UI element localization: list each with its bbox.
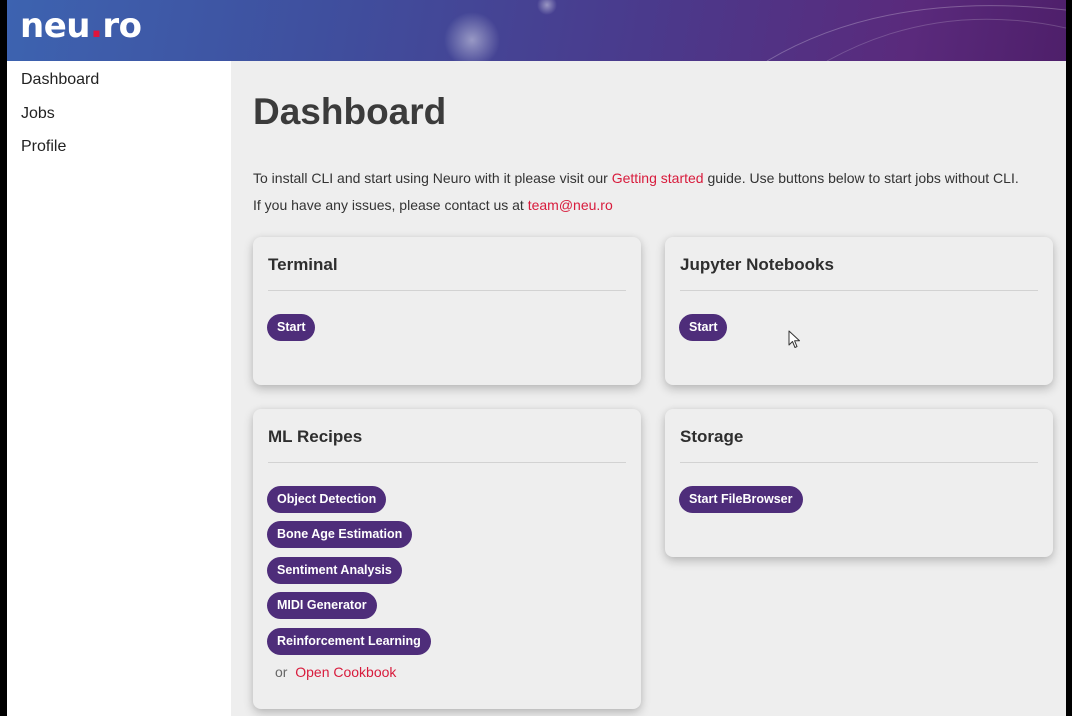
app-window: neu.ro Dashboard Jobs Profile Dashboard …	[7, 0, 1066, 716]
ml-recipes-card-title: ML Recipes	[268, 427, 363, 446]
recipe-sentiment-analysis-button[interactable]: Sentiment Analysis	[267, 557, 402, 584]
top-header: neu.ro	[7, 0, 1066, 61]
sidebar-item-profile[interactable]: Profile	[21, 137, 66, 157]
sidebar-item-dashboard[interactable]: Dashboard	[21, 70, 99, 90]
open-cookbook-link[interactable]: Open Cookbook	[295, 664, 396, 680]
recipe-bone-age-estimation-button[interactable]: Bone Age Estimation	[267, 521, 413, 548]
jupyter-card: Jupyter Notebooks Start	[665, 237, 1053, 385]
contact-text-start: If you have any issues, please contact u…	[253, 197, 528, 213]
terminal-card-title: Terminal	[268, 255, 338, 274]
recipe-object-detection-button[interactable]: Object Detection	[267, 486, 387, 513]
main-content: Dashboard To install CLI and start using…	[231, 61, 1066, 716]
intro-text: To install CLI and start using Neuro wit…	[253, 169, 1019, 187]
contact-email-link[interactable]: team@neu.ro	[528, 197, 613, 213]
card-divider	[680, 290, 1038, 291]
ml-recipes-card: ML Recipes Object Detection Bone Age Est…	[253, 409, 641, 709]
getting-started-link[interactable]: Getting started	[612, 170, 704, 186]
terminal-start-button[interactable]: Start	[267, 314, 316, 341]
mouse-pointer-icon	[788, 330, 800, 348]
page-title: Dashboard	[253, 91, 447, 132]
terminal-card: Terminal Start	[253, 237, 641, 385]
sidebar: Dashboard Jobs Profile	[7, 61, 231, 716]
start-filebrowser-button[interactable]: Start FileBrowser	[679, 486, 803, 513]
card-divider	[680, 462, 1038, 463]
recipe-reinforcement-learning-button[interactable]: Reinforcement Learning	[267, 628, 431, 655]
intro-text-start: To install CLI and start using Neuro wit…	[253, 170, 612, 186]
contact-text: If you have any issues, please contact u…	[253, 196, 613, 214]
sidebar-item-jobs[interactable]: Jobs	[21, 104, 55, 124]
jupyter-card-title: Jupyter Notebooks	[680, 255, 834, 274]
or-text: or	[275, 664, 288, 680]
header-decoration	[444, 0, 1066, 61]
storage-card-title: Storage	[680, 427, 744, 446]
neuro-logo[interactable]: neu.ro	[20, 6, 142, 46]
recipe-midi-generator-button[interactable]: MIDI Generator	[267, 592, 377, 619]
jupyter-start-button[interactable]: Start	[679, 314, 728, 341]
cookbook-line: or Open Cookbook	[275, 663, 396, 681]
storage-card: Storage Start FileBrowser	[665, 409, 1053, 557]
intro-text-end: guide. Use buttons below to start jobs w…	[703, 170, 1019, 186]
card-divider	[268, 290, 626, 291]
card-divider	[268, 462, 626, 463]
